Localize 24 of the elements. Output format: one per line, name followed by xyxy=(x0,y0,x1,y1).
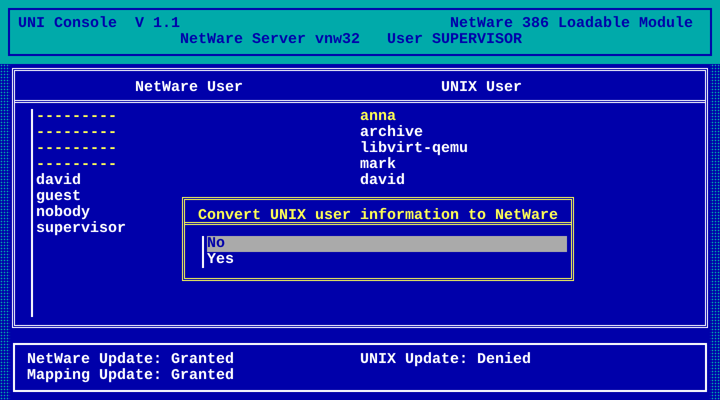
menu-option[interactable]: No xyxy=(207,236,567,252)
user-entry[interactable]: archive xyxy=(360,125,424,141)
status-text: NetWare Update: Granted xyxy=(27,352,236,368)
app-title: UNI Console V 1.1 xyxy=(18,16,180,32)
user-entry[interactable]: --------- xyxy=(36,125,118,141)
status-text: Mapping Update: Granted xyxy=(27,368,236,384)
user-entry[interactable]: supervisor xyxy=(36,221,126,237)
user-entry[interactable]: mark xyxy=(360,157,396,173)
user-entry[interactable]: --------- xyxy=(36,141,118,157)
user-entry[interactable]: --------- xyxy=(36,109,118,125)
dialog-title: Convert UNIX user information to NetWare xyxy=(198,208,558,224)
user-entry[interactable]: libvirt-qemu xyxy=(360,141,468,157)
user-entry[interactable]: david xyxy=(360,173,406,189)
user-entry[interactable]: --------- xyxy=(36,157,118,173)
module-label: NetWare 386 Loadable Module xyxy=(450,16,693,32)
user-entry[interactable]: guest xyxy=(36,189,82,205)
column-header: UNIX User xyxy=(441,80,522,96)
user-entry[interactable]: david xyxy=(36,173,82,189)
user-entry[interactable]: nobody xyxy=(36,205,90,221)
user-entry[interactable]: anna xyxy=(360,109,396,125)
menu-option[interactable]: Yes xyxy=(207,252,567,268)
status-text: UNIX Update: Denied xyxy=(360,352,532,368)
server-info: NetWare Server vnw32 User SUPERVISOR xyxy=(180,32,522,48)
column-header: NetWare User xyxy=(135,80,244,96)
